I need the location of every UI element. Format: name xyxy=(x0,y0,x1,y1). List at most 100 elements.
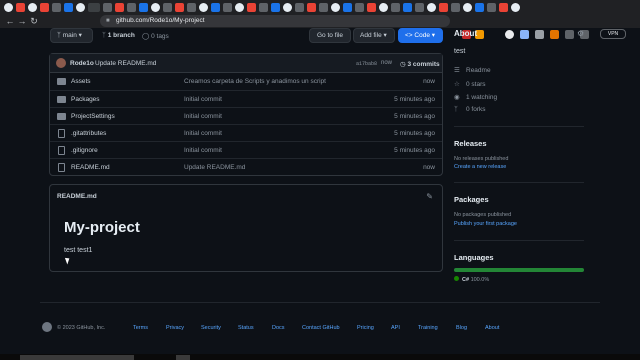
taskbar-window[interactable] xyxy=(20,355,134,360)
tab-icon[interactable] xyxy=(187,2,196,12)
github-tab-icon[interactable] xyxy=(4,2,13,12)
forks-link[interactable]: ᛉ 0 forks xyxy=(454,106,486,113)
tab-icon[interactable] xyxy=(103,2,112,12)
commits-link[interactable]: ◷ 3 commits xyxy=(400,60,440,68)
footer-link-blog[interactable]: Blog xyxy=(456,325,467,331)
readme-filename[interactable]: README.md xyxy=(57,193,97,200)
forward-icon[interactable]: → xyxy=(16,16,28,26)
tab-icon[interactable] xyxy=(439,2,448,12)
tab-icon[interactable] xyxy=(127,2,136,12)
tab-icon[interactable] xyxy=(415,2,424,12)
active-tab[interactable] xyxy=(88,2,100,12)
table-row[interactable]: .gitattributes Initial commit 5 minutes ag… xyxy=(50,124,442,141)
footer-link-terms[interactable]: Terms xyxy=(133,325,148,331)
table-row[interactable]: .gitignore Initial commit 5 minutes ago xyxy=(50,141,442,158)
tab-icon[interactable] xyxy=(475,2,484,12)
file-commit-message[interactable]: Initial commit xyxy=(184,113,222,120)
file-name[interactable]: Assets xyxy=(71,78,91,85)
footer-link-contact[interactable]: Contact GitHub xyxy=(302,325,340,331)
go-to-file-button[interactable]: Go to file xyxy=(309,28,351,43)
tab-icon[interactable] xyxy=(259,2,268,12)
avatar[interactable] xyxy=(56,58,66,68)
table-row[interactable]: ProjectSettings Initial commit 5 minutes a… xyxy=(50,107,442,124)
publish-package-link[interactable]: Publish your first package xyxy=(454,221,517,227)
youtube-tab-icon[interactable] xyxy=(40,2,49,12)
reload-icon[interactable]: ↻ xyxy=(28,16,40,27)
packages-title[interactable]: Packages xyxy=(454,195,489,204)
edit-pencil-icon[interactable]: ✎ xyxy=(426,192,433,201)
language-item[interactable]: C# 100.0% xyxy=(454,276,489,283)
tab-icon[interactable] xyxy=(271,2,280,12)
tab-icon[interactable] xyxy=(343,2,352,12)
github-logo-icon[interactable] xyxy=(42,322,52,332)
github-tab-icon[interactable] xyxy=(463,2,472,12)
github-tab-icon[interactable] xyxy=(511,2,520,12)
github-tab-icon[interactable] xyxy=(331,2,340,12)
github-tab-icon[interactable] xyxy=(235,2,244,12)
file-commit-message[interactable]: Update README.md xyxy=(184,164,245,171)
extension-icon[interactable] xyxy=(505,30,514,39)
commit-message[interactable]: Update README.md xyxy=(95,60,156,67)
footer-link-pricing[interactable]: Pricing xyxy=(357,325,374,331)
branch-select[interactable]: ᛉ main ▾ xyxy=(50,28,93,43)
file-commit-message[interactable]: Initial commit xyxy=(184,147,222,154)
file-name[interactable]: ProjectSettings xyxy=(71,113,115,120)
tab-icon[interactable] xyxy=(163,2,172,12)
create-release-link[interactable]: Create a new release xyxy=(454,164,506,170)
tab-icon[interactable] xyxy=(499,2,508,12)
commit-author[interactable]: Rode1o xyxy=(70,60,94,67)
github-tab-icon[interactable] xyxy=(379,2,388,12)
github-tab-icon[interactable] xyxy=(28,2,37,12)
github-tab-icon[interactable] xyxy=(199,2,208,12)
extension-icon[interactable] xyxy=(520,30,529,39)
tab-icon[interactable] xyxy=(64,2,73,12)
tab-icon[interactable] xyxy=(319,2,328,12)
file-name[interactable]: README.md xyxy=(71,164,110,171)
file-name[interactable]: .gitignore xyxy=(71,147,98,154)
puzzle-icon[interactable] xyxy=(535,30,544,39)
tab-icon[interactable] xyxy=(295,2,304,12)
tab-icon[interactable] xyxy=(307,2,316,12)
file-commit-message[interactable]: Creamos carpeta de Scripts y anadimos un… xyxy=(184,78,326,85)
gear-icon[interactable]: ⚙ xyxy=(577,29,584,38)
tab-icon[interactable] xyxy=(139,2,148,12)
tab-icon[interactable] xyxy=(211,2,220,12)
sidebar-icon[interactable] xyxy=(565,30,574,39)
tab-icon[interactable] xyxy=(391,2,400,12)
file-name[interactable]: .gitattributes xyxy=(71,130,106,137)
file-commit-message[interactable]: Initial commit xyxy=(184,130,222,137)
tab-icon[interactable] xyxy=(223,2,232,12)
footer-link-docs[interactable]: Docs xyxy=(272,325,285,331)
tab-icon[interactable] xyxy=(115,2,124,12)
stars-link[interactable]: ☆ 0 stars xyxy=(454,80,486,88)
table-row[interactable]: README.md Update README.md now xyxy=(50,158,442,175)
youtube-tab-icon[interactable] xyxy=(16,2,25,12)
tab-icon[interactable] xyxy=(175,2,184,12)
footer-link-about[interactable]: About xyxy=(485,325,499,331)
table-row[interactable]: Assets Creamos carpeta de Scripts y anadi… xyxy=(50,73,442,90)
extension-icon[interactable] xyxy=(550,30,559,39)
branches-link[interactable]: ᛉ 1 branch xyxy=(102,32,135,39)
footer-link-security[interactable]: Security xyxy=(201,325,221,331)
github-tab-icon[interactable] xyxy=(76,2,85,12)
readme-link[interactable]: ☰ Readme xyxy=(454,66,491,74)
add-file-button[interactable]: Add file ▾ xyxy=(353,28,395,43)
address-bar[interactable]: ■ github.com/Rode1o/My-project xyxy=(100,15,450,27)
file-name[interactable]: Packages xyxy=(71,96,100,103)
watching-link[interactable]: ◉ 1 watching xyxy=(454,93,497,101)
footer-link-status[interactable]: Status xyxy=(238,325,254,331)
vpn-button[interactable]: VPN xyxy=(600,29,626,39)
footer-link-privacy[interactable]: Privacy xyxy=(166,325,184,331)
releases-title[interactable]: Releases xyxy=(454,139,487,148)
back-icon[interactable]: ← xyxy=(4,16,16,26)
tab-icon[interactable] xyxy=(367,2,376,12)
table-row[interactable]: Packages Initial commit 5 minutes ago xyxy=(50,90,442,107)
footer-link-training[interactable]: Training xyxy=(418,325,438,331)
tab-icon[interactable] xyxy=(451,2,460,12)
tab-icon[interactable] xyxy=(487,2,496,12)
github-tab-icon[interactable] xyxy=(427,2,436,12)
tab-icon[interactable] xyxy=(355,2,364,12)
commit-hash[interactable]: a17bab8 xyxy=(356,61,377,67)
code-button[interactable]: <> Code ▾ xyxy=(398,28,443,43)
github-tab-icon[interactable] xyxy=(151,2,160,12)
